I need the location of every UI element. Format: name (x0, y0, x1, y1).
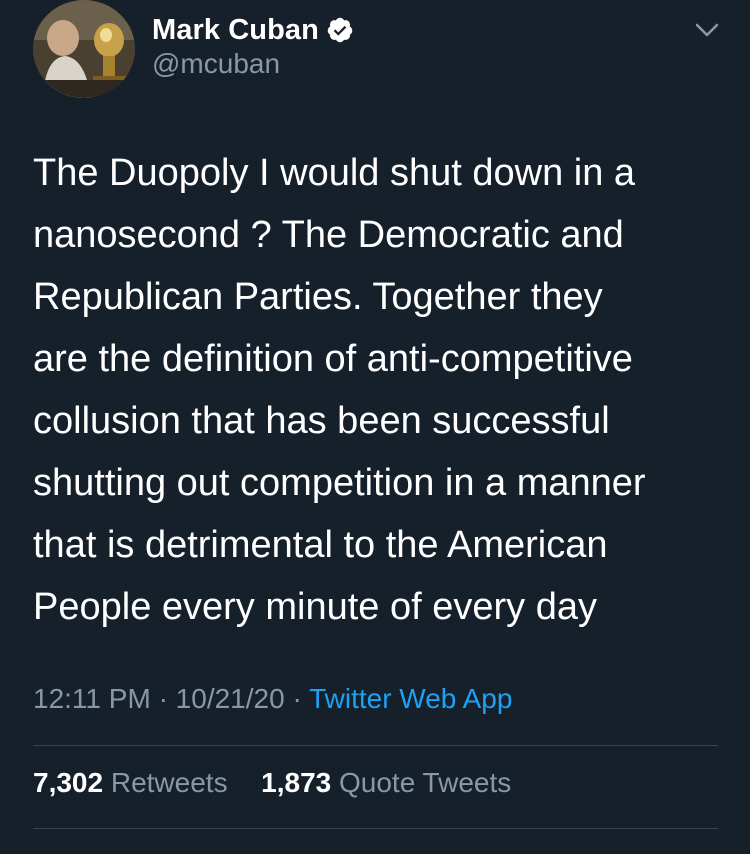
retweets-label: Retweets (110, 767, 228, 798)
tweet-text: The Duopoly I would shut down in a nanos… (33, 152, 646, 628)
author-name-row: Mark Cuban (152, 12, 354, 48)
quote-tweets-label: Quote Tweets (339, 767, 512, 798)
tweet-metadata: 12:11 PM · 10/21/20 · Twitter Web App (33, 683, 512, 715)
divider (33, 745, 718, 746)
profile-photo (33, 0, 135, 98)
avatar[interactable] (33, 0, 135, 98)
quote-tweets-stat[interactable]: 1,873 Quote Tweets (261, 767, 511, 798)
retweets-stat[interactable]: 7,302 Retweets (33, 767, 235, 798)
verified-badge-icon (326, 16, 354, 44)
quote-tweets-count: 1,873 (261, 767, 332, 798)
author-display-name[interactable]: Mark Cuban (152, 14, 319, 47)
chevron-down-icon[interactable] (694, 20, 720, 40)
retweets-count: 7,302 (33, 767, 104, 798)
tweet-time[interactable]: 12:11 PM (33, 683, 151, 714)
tweet-source-link[interactable]: Twitter Web App (309, 683, 512, 714)
tweet-date[interactable]: 10/21/20 (176, 683, 285, 714)
meta-separator: · (158, 683, 168, 714)
tweet-stats: 7,302 Retweets 1,873 Quote Tweets (33, 767, 511, 799)
author-handle[interactable]: @mcuban (152, 48, 280, 80)
meta-separator: · (292, 683, 302, 714)
divider (33, 828, 718, 829)
